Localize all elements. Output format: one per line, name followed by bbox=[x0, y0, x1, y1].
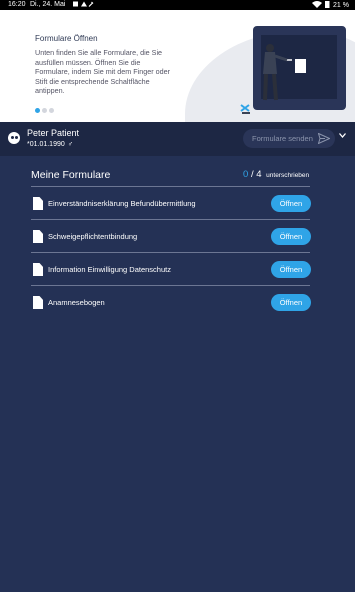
form-name: Schweigepflichtentbindung bbox=[48, 232, 138, 241]
form-name: Anamnesebogen bbox=[48, 298, 105, 307]
count-separator: / bbox=[250, 169, 254, 180]
alert-icon bbox=[81, 1, 87, 7]
send-forms-button[interactable]: Formulare senden bbox=[243, 129, 335, 148]
signed-count: 0 bbox=[243, 169, 249, 180]
send-icon bbox=[318, 133, 330, 144]
send-forms-label: Formulare senden bbox=[252, 134, 313, 143]
banner-title: Formulare Öffnen bbox=[35, 34, 98, 43]
patient-avatar-icon bbox=[8, 132, 20, 144]
document-icon bbox=[33, 230, 43, 243]
open-form-button[interactable]: Öffnen bbox=[271, 228, 311, 245]
wrench-icon bbox=[88, 1, 94, 7]
carousel-dot[interactable] bbox=[35, 108, 40, 113]
form-name: Einverständniserklärung Befundübermittlu… bbox=[48, 199, 196, 208]
document-icon bbox=[33, 296, 43, 309]
banner-description: Unten finden Sie alle Formulare, die Sie… bbox=[35, 48, 171, 96]
form-row: Einverständniserklärung Befundübermittlu… bbox=[31, 188, 311, 220]
wifi-icon bbox=[312, 1, 323, 8]
open-form-button[interactable]: Öffnen bbox=[271, 195, 311, 212]
battery-level: 21 % bbox=[333, 2, 349, 9]
divider bbox=[31, 219, 310, 220]
carousel-dot[interactable] bbox=[42, 108, 47, 113]
open-form-button[interactable]: Öffnen bbox=[271, 261, 311, 278]
signed-label: unterschrieben bbox=[266, 172, 310, 179]
status-date: Di., 24. Mai bbox=[30, 1, 66, 8]
form-row: Information Einwilligung Datenschutz Öff… bbox=[31, 254, 311, 286]
gender-icon: ♂ bbox=[67, 141, 74, 148]
patient-name: Peter Patient bbox=[27, 128, 80, 138]
carousel-indicator[interactable] bbox=[35, 100, 56, 118]
chevron-down-icon[interactable] bbox=[339, 131, 346, 140]
divider bbox=[31, 186, 310, 187]
status-bar: 16:20 Di., 24. Mai 21 % bbox=[0, 0, 355, 10]
patient-header: Peter Patient *01.01.1990 ♂ Formulare sen… bbox=[0, 122, 355, 156]
tablet-illustration bbox=[240, 26, 346, 114]
info-banner[interactable]: Formulare Öffnen Unten finden Sie alle F… bbox=[0, 10, 355, 122]
status-time: 16:20 bbox=[8, 1, 26, 8]
forms-title: Meine Formulare bbox=[31, 169, 111, 181]
patient-dob-line: *01.01.1990 ♂ bbox=[27, 141, 73, 148]
divider bbox=[31, 252, 310, 253]
document-icon bbox=[33, 197, 43, 210]
battery-icon bbox=[325, 1, 330, 8]
total-count: 4 bbox=[256, 169, 262, 180]
notification-icon bbox=[73, 1, 78, 7]
form-name: Information Einwilligung Datenschutz bbox=[48, 265, 171, 274]
divider bbox=[31, 285, 310, 286]
open-form-button[interactable]: Öffnen bbox=[271, 294, 311, 311]
carousel-dot[interactable] bbox=[49, 108, 54, 113]
form-row: Anamnesebogen Öffnen bbox=[31, 287, 311, 319]
signed-counter: 0 / 4 unterschrieben bbox=[243, 169, 309, 180]
form-row: Schweigepflichtentbindung Öffnen bbox=[31, 221, 311, 253]
document-icon bbox=[33, 263, 43, 276]
patient-dob: *01.01.1990 bbox=[27, 141, 65, 148]
